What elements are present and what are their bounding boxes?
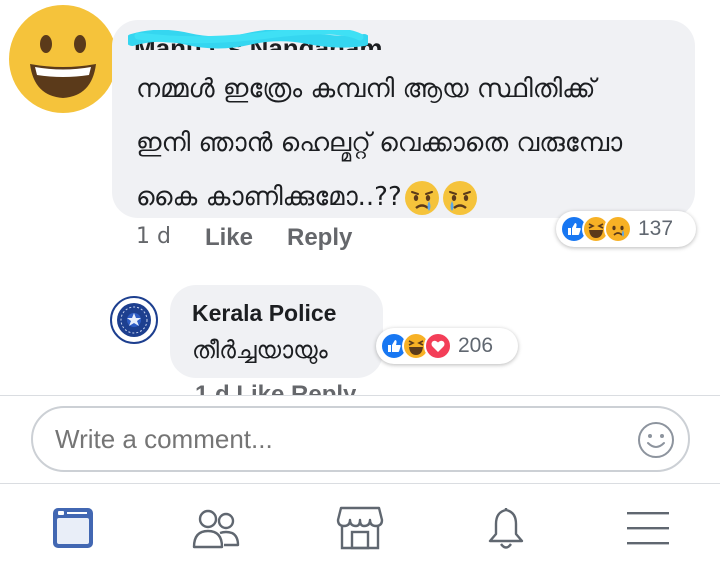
- comment-composer[interactable]: [31, 406, 690, 472]
- comment-actions: 1 d Like Reply: [136, 224, 352, 252]
- bell-icon: [488, 507, 524, 549]
- comment-line: ഇനി ഞാൻ ഹെല്മറ്റ് വെക്കാതെ വരുമ്പോ: [136, 128, 623, 158]
- love-reaction-icon: [424, 332, 452, 360]
- reaction-count: 206: [458, 334, 494, 357]
- reaction-count: 137: [638, 217, 674, 240]
- grinning-face-avatar[interactable]: [8, 4, 118, 114]
- kerala-police-avatar[interactable]: [110, 296, 158, 344]
- tab-menu[interactable]: [620, 500, 676, 556]
- tab-friends[interactable]: [188, 500, 244, 556]
- reply-author-name[interactable]: Kerala Police: [192, 300, 336, 327]
- redaction-scribble: [128, 30, 368, 49]
- reaction-summary[interactable]: 206: [376, 328, 518, 364]
- smiley-icon[interactable]: [636, 420, 676, 460]
- hamburger-menu-icon: [627, 512, 669, 545]
- comment-timestamp: 1 d: [136, 224, 171, 249]
- bottom-tab-bar: [0, 484, 720, 568]
- comment-text: നമ്മൾ ഇത്രേം കമ്പനി ആയ സ്ഥിതിക്ക് ഇനി ഞാ…: [136, 62, 676, 224]
- comment-line: നമ്മൾ ഇത്രേം കമ്പനി ആയ സ്ഥിതിക്ക്: [136, 74, 596, 104]
- reaction-summary[interactable]: 137: [556, 211, 696, 247]
- reply-actions: 1 d Like Reply: [195, 383, 356, 395]
- reply-bubble[interactable]: [170, 285, 383, 378]
- tab-notifications[interactable]: [478, 500, 534, 556]
- tab-marketplace[interactable]: [332, 500, 388, 556]
- sad-reaction-icon: [604, 215, 632, 243]
- crying-face-icon: [442, 180, 477, 215]
- friends-icon: [192, 509, 240, 549]
- divider: [0, 395, 720, 396]
- crying-face-icon: [404, 180, 439, 215]
- comment-input[interactable]: [55, 424, 615, 455]
- tab-news-feed[interactable]: [45, 500, 101, 556]
- like-button[interactable]: Like: [205, 224, 253, 252]
- news-feed-icon: [53, 508, 93, 548]
- reply-text: തീർച്ചയായും: [192, 336, 328, 364]
- marketplace-icon: [336, 506, 384, 550]
- reply-button[interactable]: Reply: [287, 224, 352, 252]
